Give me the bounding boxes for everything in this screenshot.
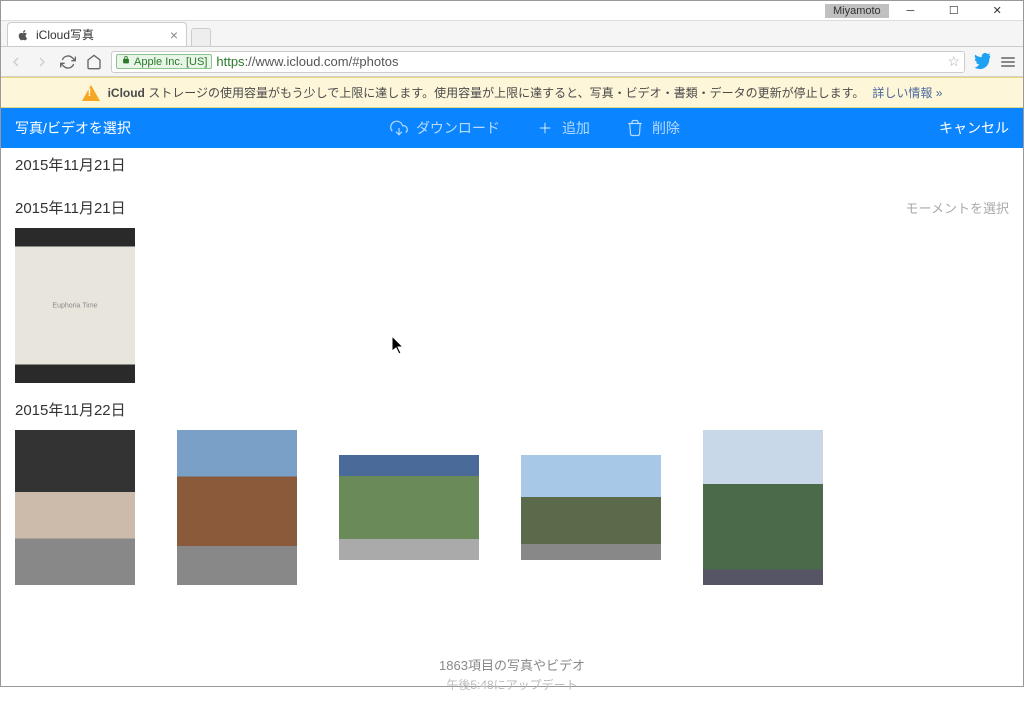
window-titlebar: Miyamoto ─ ☐ ✕ xyxy=(1,1,1023,21)
item-count-label: 1863項目の写真やビデオ xyxy=(1,655,1023,674)
security-label: Apple Inc. [US] xyxy=(134,56,207,68)
back-button[interactable] xyxy=(7,53,25,71)
sticky-date-header: 2015年11月21日 xyxy=(1,148,1023,181)
tab-close-icon[interactable]: × xyxy=(170,27,178,43)
apple-favicon-icon xyxy=(16,28,30,42)
reload-button[interactable] xyxy=(59,53,77,71)
security-badge[interactable]: Apple Inc. [US] xyxy=(116,54,212,69)
forward-button[interactable] xyxy=(33,53,51,71)
browser-tab[interactable]: iCloud写真 × xyxy=(7,22,187,46)
twitter-icon[interactable] xyxy=(973,53,991,71)
delete-button[interactable]: 削除 xyxy=(626,118,680,138)
window-close-button[interactable]: ✕ xyxy=(976,2,1019,20)
storage-warning-banner: iCloud ストレージの使用容量がもう少しで上限に達します。使用容量が上限に達… xyxy=(1,77,1023,108)
new-tab-button[interactable] xyxy=(191,28,211,46)
photo-content-area[interactable]: 2015年11月21日 モーメントを選択 Euphoria Time 2015年… xyxy=(1,181,1023,647)
home-button[interactable] xyxy=(85,53,103,71)
learn-more-link[interactable]: 詳しい情報 » xyxy=(872,84,942,101)
moment-date: 2015年11月22日 xyxy=(15,399,126,420)
selection-toolbar: 写真/ビデオを選択 ダウンロード 追加 削除 キャンセル xyxy=(1,108,1023,148)
tab-title: iCloud写真 xyxy=(36,26,94,43)
photo-thumbnail[interactable] xyxy=(703,430,823,585)
user-badge: Miyamoto xyxy=(825,4,889,18)
window-minimize-button[interactable]: ─ xyxy=(889,2,932,20)
plus-icon xyxy=(536,119,554,137)
url-text: https://www.icloud.com/#photos xyxy=(216,54,398,69)
browser-tab-bar: iCloud写真 × xyxy=(1,21,1023,47)
toolbar-title: 写真/ビデオを選択 xyxy=(15,118,131,138)
download-button[interactable]: ダウンロード xyxy=(390,118,500,138)
warning-text: iCloud ストレージの使用容量がもう少しで上限に達します。使用容量が上限に達… xyxy=(108,84,865,101)
hamburger-menu-icon[interactable] xyxy=(999,53,1017,71)
add-button[interactable]: 追加 xyxy=(536,118,590,138)
warning-triangle-icon xyxy=(82,85,100,101)
window-maximize-button[interactable]: ☐ xyxy=(932,2,975,20)
cloud-download-icon xyxy=(390,119,408,137)
photo-thumbnail[interactable] xyxy=(339,455,479,560)
library-footer: 1863項目の写真やビデオ 午後5:48にアップデート xyxy=(1,647,1023,701)
bookmark-star-icon[interactable]: ☆ xyxy=(947,53,960,70)
moment-group: 2015年11月22日 xyxy=(15,399,1009,585)
lock-icon xyxy=(121,55,131,68)
cancel-button[interactable]: キャンセル xyxy=(939,118,1009,138)
photo-thumbnail[interactable] xyxy=(521,455,661,560)
address-bar[interactable]: Apple Inc. [US] https://www.icloud.com/#… xyxy=(111,51,965,73)
photo-thumbnail[interactable] xyxy=(15,430,135,585)
select-moment-link[interactable]: モーメントを選択 xyxy=(906,198,1009,217)
photo-thumbnail[interactable]: Euphoria Time xyxy=(15,228,135,383)
trash-icon xyxy=(626,119,644,137)
moment-group: 2015年11月21日 モーメントを選択 Euphoria Time xyxy=(15,197,1009,383)
browser-nav-bar: Apple Inc. [US] https://www.icloud.com/#… xyxy=(1,47,1023,77)
moment-date: 2015年11月21日 xyxy=(15,197,126,218)
photo-thumbnail[interactable] xyxy=(177,430,297,585)
last-update-label: 午後5:48にアップデート xyxy=(1,676,1023,693)
